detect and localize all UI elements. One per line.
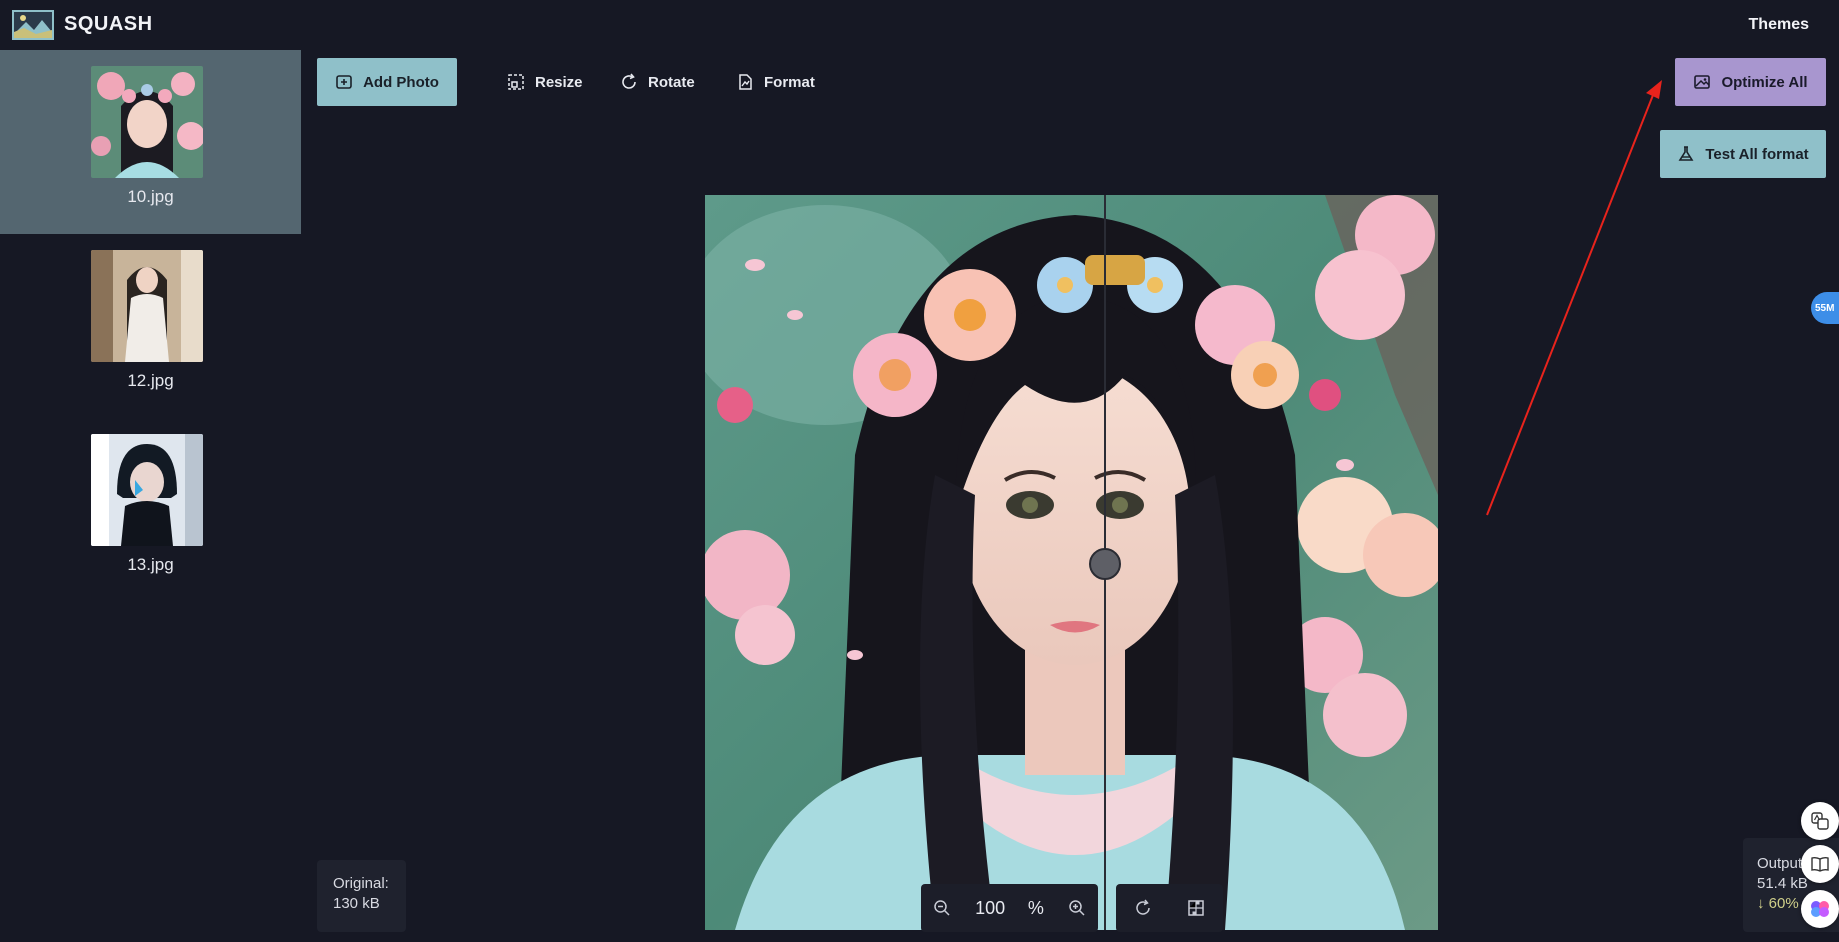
test-all-format-label: Test All format xyxy=(1705,145,1809,163)
test-all-format-button[interactable]: Test All format xyxy=(1660,130,1826,178)
zoom-out-icon[interactable] xyxy=(932,898,952,918)
resize-label: Resize xyxy=(535,73,583,91)
translate-icon xyxy=(1811,812,1829,830)
compare-slider-handle[interactable] xyxy=(1089,548,1121,580)
logo-icon xyxy=(12,10,54,40)
rotate-icon xyxy=(622,73,636,89)
image-list-item[interactable]: 10.jpg xyxy=(0,50,301,234)
view-tools xyxy=(1116,884,1223,932)
format-label: Format xyxy=(764,73,815,91)
format-button[interactable]: Format xyxy=(736,58,815,106)
brain-icon xyxy=(1811,901,1829,917)
image-list-item[interactable]: 12.jpg xyxy=(0,234,301,418)
app-title: SQUASH xyxy=(64,13,153,35)
themes-menu[interactable]: Themes xyxy=(1749,16,1809,34)
translate-button[interactable] xyxy=(1801,802,1839,840)
rotate-button[interactable]: Rotate xyxy=(620,58,695,106)
floating-badge[interactable]: 55M xyxy=(1811,292,1839,324)
resize-icon xyxy=(508,74,524,90)
zoom-controls: 100 % xyxy=(921,884,1098,932)
original-size-panel: Original: 130 kB xyxy=(317,860,406,932)
zoom-value[interactable]: 100 xyxy=(975,898,1005,919)
preview-image xyxy=(705,195,1438,930)
add-photo-button[interactable]: Add Photo xyxy=(317,58,457,106)
original-size-value: 130 kB xyxy=(333,895,380,912)
thumbnail-label: 10.jpg xyxy=(127,187,174,206)
assistant-button[interactable] xyxy=(1801,890,1839,928)
zoom-unit: % xyxy=(1027,897,1044,918)
optimize-icon xyxy=(1694,75,1711,89)
book-icon xyxy=(1811,856,1829,872)
thumbnail-label: 12.jpg xyxy=(127,371,174,390)
compare-icon[interactable] xyxy=(1186,898,1206,918)
optimize-all-label: Optimize All xyxy=(1721,73,1808,91)
image-list-sidebar: 10.jpg 12.jpg 13.jpg xyxy=(0,50,301,942)
resize-button[interactable]: Resize xyxy=(507,58,583,106)
flask-icon xyxy=(1678,146,1694,161)
zoom-in-icon[interactable] xyxy=(1067,898,1087,918)
image-list-item[interactable]: 13.jpg xyxy=(0,418,301,602)
add-photo-icon xyxy=(336,75,352,89)
top-bar: SQUASH Themes xyxy=(0,0,1839,50)
rotate-view-icon[interactable] xyxy=(1133,898,1153,918)
format-icon xyxy=(739,74,752,90)
thumbnail-image xyxy=(91,66,203,178)
thumbnail-image xyxy=(91,250,203,362)
thumbnail-image xyxy=(91,434,203,546)
reader-button[interactable] xyxy=(1801,845,1839,883)
optimize-all-button[interactable]: Optimize All xyxy=(1675,58,1826,106)
add-photo-label: Add Photo xyxy=(363,73,439,91)
image-compare-viewer[interactable] xyxy=(705,195,1438,930)
original-size-label: Original: xyxy=(333,875,389,892)
thumbnail-label: 13.jpg xyxy=(127,555,174,574)
rotate-label: Rotate xyxy=(648,73,695,91)
